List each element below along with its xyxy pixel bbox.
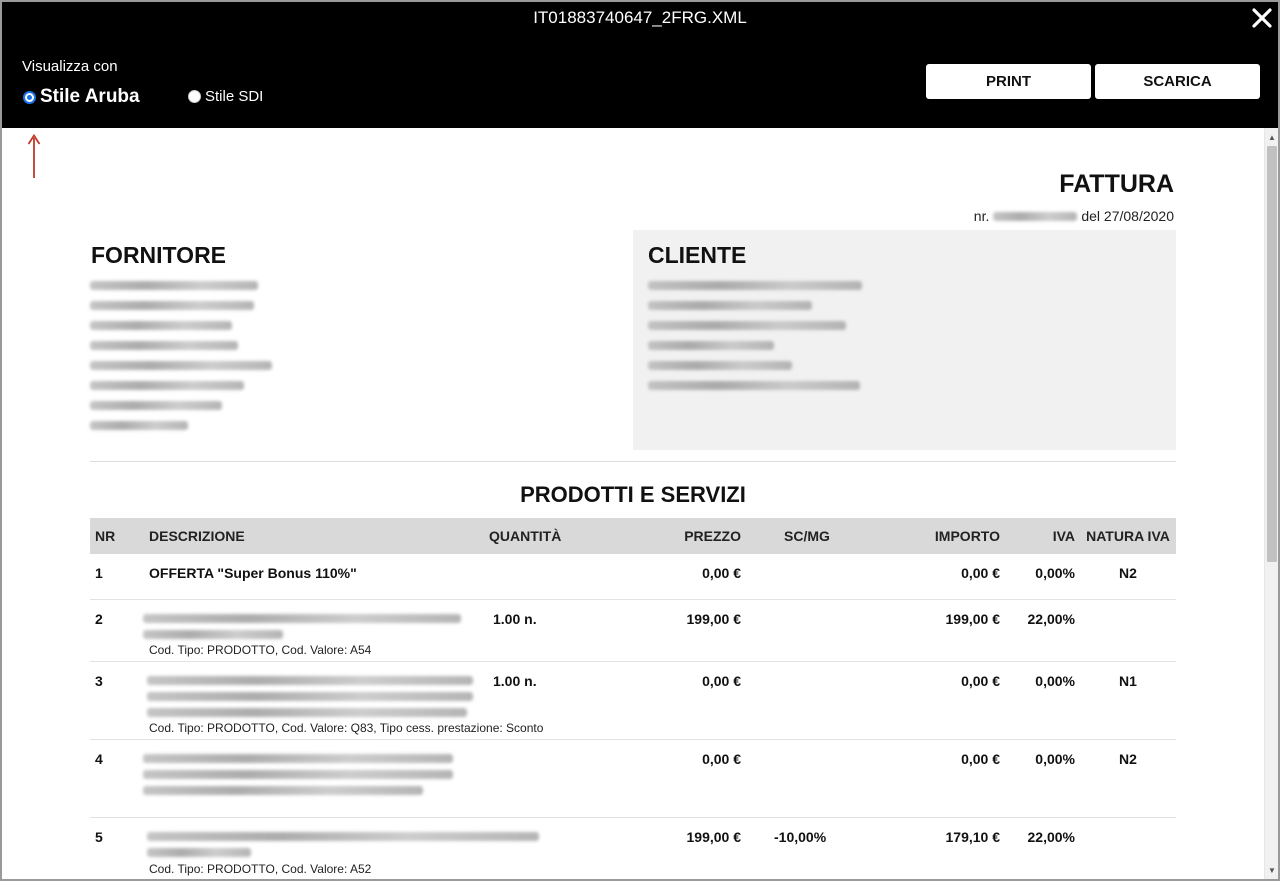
redacted-line	[648, 321, 846, 330]
supplier-title: FORNITORE	[91, 242, 227, 268]
redacted-description	[147, 708, 467, 717]
cell-vat: 22,00%	[1027, 829, 1075, 845]
cell-nr: 3	[95, 673, 103, 689]
col-prezzo: PREZZO	[684, 528, 741, 544]
scroll-thumb[interactable]	[1267, 146, 1277, 562]
customer-block: CLIENTE	[633, 230, 1176, 450]
number-prefix: nr.	[973, 208, 990, 224]
redacted-line	[648, 341, 774, 350]
col-iva: IVA	[1052, 528, 1075, 544]
redacted-description	[143, 786, 423, 795]
col-quantita: QUANTITÀ	[489, 528, 562, 544]
cell-amount: 199,00 €	[945, 611, 1001, 627]
cell-nr: 5	[95, 829, 103, 845]
products-table: NR DESCRIZIONE QUANTITÀ PREZZO SC/MG IMP…	[90, 518, 1176, 879]
radio-stile-sdi[interactable]: Stile SDI	[188, 88, 263, 105]
redacted-description	[143, 630, 283, 639]
supplier-block: FORNITORE	[90, 230, 610, 450]
download-button[interactable]: SCARICA	[1095, 64, 1260, 99]
cell-vat: 22,00%	[1027, 611, 1075, 627]
cell-note: Cod. Tipo: PRODOTTO, Cod. Valore: A52	[149, 862, 372, 876]
cell-price: 199,00 €	[686, 829, 742, 845]
redacted-number	[993, 211, 1078, 221]
cell-nr: 2	[95, 611, 103, 627]
scroll-up-icon[interactable]: ▲	[1265, 130, 1278, 144]
redacted-line	[90, 321, 232, 330]
cell-note: Cod. Tipo: PRODOTTO, Cod. Valore: A54	[149, 643, 372, 657]
radio-unselected-icon[interactable]	[188, 90, 201, 103]
file-title: IT01883740647_2FRG.XML	[533, 8, 747, 27]
divider	[90, 461, 1176, 462]
redacted-line	[90, 401, 222, 410]
cell-description: OFFERTA "Super Bonus 110%"	[149, 565, 357, 581]
cell-note: Cod. Tipo: PRODOTTO, Cod. Valore: Q83, T…	[149, 721, 544, 735]
cell-nature: N1	[1119, 673, 1137, 689]
document-date: del 27/08/2020	[1081, 208, 1174, 224]
radio-stile-aruba-label: Stile Aruba	[40, 86, 140, 107]
cell-nr: 1	[95, 565, 103, 581]
radio-stile-aruba[interactable]: Stile Aruba	[23, 86, 140, 108]
redacted-line	[648, 301, 812, 310]
redacted-line	[90, 281, 258, 290]
redacted-line	[90, 381, 244, 390]
redacted-description	[147, 692, 473, 701]
col-nr: NR	[95, 528, 116, 544]
cell-amount: 179,10 €	[945, 829, 1001, 845]
table-row: 1 OFFERTA "Super Bonus 110%" 0,00 € 0,00…	[90, 554, 1176, 600]
redacted-description	[143, 614, 461, 623]
vertical-scrollbar[interactable]: ▲ ▼	[1264, 128, 1278, 879]
view-with-label: Visualizza con	[22, 58, 118, 75]
col-descrizione: DESCRIZIONE	[149, 528, 245, 544]
cell-vat: 0,00%	[1035, 751, 1075, 767]
redacted-line	[648, 381, 860, 390]
redacted-line	[90, 301, 254, 310]
cell-amount: 0,00 €	[961, 565, 1000, 581]
redacted-description	[147, 832, 539, 841]
viewer-header: IT01883740647_2FRG.XML Visualizza con St…	[2, 2, 1278, 128]
table-row: 5 199,00 € -10,00% 179,10 € 22,00% Cod. …	[90, 818, 1176, 879]
col-sc-mg: SC/MG	[784, 528, 830, 544]
cell-price: 0,00 €	[702, 673, 741, 689]
products-section-title: PRODOTTI E SERVIZI	[520, 482, 746, 507]
redacted-line	[648, 281, 862, 290]
table-header: NR DESCRIZIONE QUANTITÀ PREZZO SC/MG IMP…	[90, 518, 1176, 554]
cell-quantity: 1.00 n.	[493, 673, 537, 689]
cell-price: 0,00 €	[702, 565, 741, 581]
cell-nature: N2	[1119, 565, 1137, 581]
radio-selected-icon[interactable]	[23, 90, 36, 104]
redacted-line	[90, 361, 272, 370]
radio-stile-sdi-label: Stile SDI	[205, 88, 264, 105]
cell-price: 199,00 €	[686, 611, 742, 627]
table-row: 2 1.00 n. 199,00 € 199,00 € 22,00% Cod. …	[90, 600, 1176, 662]
scroll-down-icon[interactable]: ▼	[1265, 863, 1278, 877]
arrow-up-icon	[27, 134, 41, 178]
cell-vat: 0,00%	[1035, 673, 1075, 689]
redacted-description	[143, 754, 453, 763]
table-row: 3 1.00 n. 0,00 € 0,00 € 0,00% N1 Cod. Ti…	[90, 662, 1176, 740]
cell-price: 0,00 €	[702, 751, 741, 767]
customer-title: CLIENTE	[648, 242, 747, 268]
col-importo: IMPORTO	[934, 528, 1000, 544]
document-type: FATTURA	[1059, 170, 1174, 198]
redacted-line	[90, 341, 238, 350]
cell-vat: 0,00%	[1035, 565, 1075, 581]
cell-amount: 0,00 €	[961, 751, 1000, 767]
invoice-document: FATTURA nr. del 27/08/2020 FORNITORE CLI…	[2, 128, 1264, 879]
col-natura-iva: NATURA IVA	[1086, 528, 1170, 544]
document-number: nr. del 27/08/2020	[974, 208, 1174, 224]
cell-quantity: 1.00 n.	[493, 611, 537, 627]
cell-amount: 0,00 €	[961, 673, 1000, 689]
viewer-window: IT01883740647_2FRG.XML Visualizza con St…	[0, 0, 1280, 881]
redacted-description	[143, 770, 453, 779]
redacted-description	[147, 676, 473, 685]
cell-discount: -10,00%	[774, 829, 827, 845]
print-button[interactable]: PRINT	[926, 64, 1091, 99]
redacted-line	[90, 421, 188, 430]
cell-nature: N2	[1119, 751, 1137, 767]
table-row: 4 0,00 € 0,00 € 0,00% N2	[90, 740, 1176, 818]
cell-nr: 4	[95, 751, 103, 767]
close-icon[interactable]	[1248, 4, 1276, 32]
redacted-description	[147, 848, 251, 857]
redacted-line	[648, 361, 792, 370]
